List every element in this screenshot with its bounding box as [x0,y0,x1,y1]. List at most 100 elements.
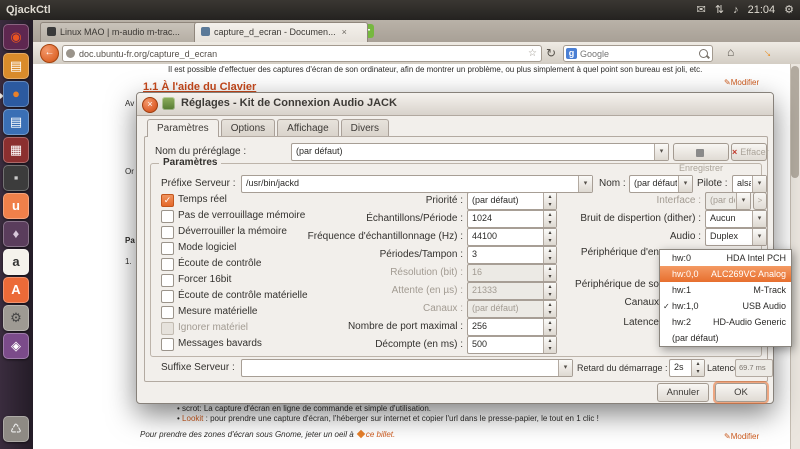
tab-linux-mao[interactable]: Linux MAO | m-audio m-trac... [40,22,206,42]
checkbox-no-memory-lock[interactable] [161,210,174,223]
chevron-down-icon[interactable]: ▾ [578,176,592,192]
chevron-down-icon[interactable]: ▾ [654,144,668,160]
scrollbar-thumb[interactable] [791,66,799,178]
search-input[interactable] [580,46,696,61]
dropdown-item-hw10-selected[interactable]: ✓hw:1,0USB Audio [660,298,791,314]
home-icon[interactable]: ⌂ [727,45,734,59]
volume-icon[interactable]: ♪ [733,0,739,20]
chevron-down-icon[interactable]: ▾ [678,176,692,192]
timeout-spin[interactable]: 500▴▾ [467,336,557,354]
checkbox-hw-meter[interactable] [161,306,174,319]
chevron-down-icon[interactable]: ▾ [752,176,766,192]
audio-combo[interactable]: Duplex▾ [705,228,767,246]
launcher-ubuntu-one[interactable]: u [3,193,29,219]
tab-favicon [201,27,210,36]
mail-icon[interactable]: ✉ [697,0,706,20]
launcher-ubuntu-home[interactable]: ◉ [3,24,29,50]
qjackctl-icon [162,97,175,110]
site-identity-icon[interactable] [66,49,75,58]
tab-affichage[interactable]: Affichage [277,119,339,137]
checkbox-soft-mode[interactable] [161,242,174,255]
checkbox-hw-monitor[interactable] [161,290,174,303]
url-input[interactable] [79,46,525,61]
reload-icon[interactable]: ↻ [546,46,556,60]
download-arrow-icon[interactable]: → [760,43,778,61]
samplerate-spin[interactable]: 44100▴▾ [467,228,557,246]
checkbox-ignore-hw[interactable] [161,322,174,335]
text-fragment: Av [125,99,134,109]
launcher-amazon[interactable]: a [3,249,29,275]
checkbox-monitor[interactable] [161,258,174,271]
launcher-app-purple[interactable]: ♦ [3,221,29,247]
spin-arrows-icon[interactable]: ▴▾ [543,337,556,353]
checkbox-force-16bit[interactable] [161,274,174,287]
driver-combo[interactable]: alsa ▾ [732,175,767,193]
clock[interactable]: 21:04 [748,0,776,20]
interface-more-button[interactable]: > [753,192,767,210]
search-icon[interactable] [699,49,708,58]
lookit-link[interactable]: Lookit [182,414,203,423]
server-path-combo[interactable]: /usr/bin/jackd ▾ [241,175,593,193]
session-gear-icon[interactable]: ⚙ [784,0,794,20]
launcher-software-center[interactable]: A [3,277,29,303]
back-button[interactable]: ← [40,44,59,63]
launcher-app-violet[interactable]: ◈ [3,333,29,359]
samplerate-label: Fréquence d'échantillonnage (Hz) : [287,231,463,242]
billet-link[interactable]: ce billet. [366,430,395,439]
chevron-down-icon[interactable]: ▾ [736,193,750,209]
interface-combo[interactable]: (par défaut)▾ [705,192,751,210]
server-suffix-combo[interactable]: ▾ [241,359,573,377]
dropdown-item-hw00-highlighted[interactable]: hw:0,0ALC269VC Analog [660,266,791,282]
driver-label: Pilote : [697,178,728,189]
url-bar[interactable]: ☆ [62,45,542,62]
chevron-down-icon[interactable]: ▾ [752,229,766,245]
save-preset-button[interactable]: Enregistrer [673,143,729,161]
dropdown-item-hw0[interactable]: hw:0HDA Intel PCH [660,250,791,266]
launcher-settings[interactable]: ⚙ [3,305,29,331]
checkbox-verbose[interactable] [161,338,174,351]
app-red-icon: ▦ [10,142,22,157]
dialog-titlebar[interactable]: × Réglages - Kit de Connexion Audio JACK [137,93,773,116]
search-box[interactable]: g [563,45,713,62]
chevron-down-icon[interactable]: ▾ [752,211,766,227]
launcher-writer[interactable]: ▤ [3,109,29,135]
preset-combo[interactable]: (par défaut) ▾ [291,143,669,161]
preset-label: Nom du préréglage : [155,146,246,157]
dialog-tabs: Paramètres Options Affichage Divers [147,119,391,137]
server-suffix-label: Suffixe Serveur : [161,362,235,373]
start-delay-spin[interactable]: 2s▴▾ [669,359,705,377]
dither-combo[interactable]: Aucun▾ [705,210,767,228]
tab-divers[interactable]: Divers [341,119,389,137]
window-close-button[interactable]: × [142,97,158,113]
launcher-app-dark[interactable]: ▪ [3,165,29,191]
tab-parametres[interactable]: Paramètres [147,119,219,137]
tab-options[interactable]: Options [221,119,275,137]
search-engine-icon[interactable]: g [566,48,577,59]
launcher-firefox[interactable]: ● [3,81,29,107]
chevron-down-icon[interactable]: ▾ [558,360,572,376]
ok-button[interactable]: OK [715,383,767,402]
modify-link-bottom[interactable]: ✎Modifier [724,432,759,442]
checkbox-realtime[interactable]: ✓ [161,194,174,207]
delete-preset-button[interactable]: ×Effacer [731,143,767,161]
dropdown-item-hw1[interactable]: hw:1M-Track [660,282,791,298]
frames-label: Échantillons/Période : [287,213,463,224]
server-name-combo[interactable]: (par défaut) ▾ [629,175,693,193]
priority-spin[interactable]: (par défaut)▴▾ [467,192,557,210]
tab-close-icon[interactable]: × [342,27,347,37]
launcher-app-red[interactable]: ▦ [3,137,29,163]
network-icon[interactable]: ⇅ [715,0,724,20]
tab-capture-ecran[interactable]: capture_d_ecran - Documen...× [194,22,368,42]
modify-link-top[interactable]: ✎Modifier [724,78,759,88]
spin-arrows-icon[interactable]: ▴▾ [691,360,704,376]
frames-spin[interactable]: 1024▴▾ [467,210,557,228]
launcher-trash[interactable]: ♺ [3,416,29,442]
dialog-title: Réglages - Kit de Connexion Audio JACK [181,97,397,109]
launcher-files[interactable]: ▤ [3,53,29,79]
dropdown-item-default[interactable]: (par défaut) [660,330,791,346]
checkbox-unlock-memory[interactable] [161,226,174,239]
cancel-button[interactable]: Annuler [657,383,709,402]
bookmark-star-icon[interactable]: ☆ [528,47,537,60]
dropdown-item-hw2[interactable]: hw:2HD-Audio Generic [660,314,791,330]
checkbox-label: Ignorer matériel [178,322,248,333]
